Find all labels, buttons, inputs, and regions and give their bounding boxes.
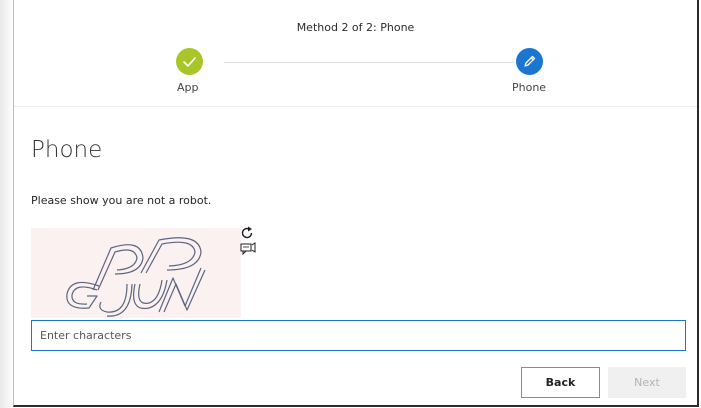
step-app-label: App: [177, 81, 199, 94]
next-button[interactable]: Next: [608, 367, 686, 398]
refresh-icon[interactable]: [240, 225, 254, 239]
mfa-setup-card: Method 2 of 2: Phone App Phone Phone Ple…: [13, 0, 699, 407]
progress-track: [224, 62, 514, 63]
captcha-glyphs: [66, 237, 206, 317]
pencil-icon: [524, 55, 536, 67]
method-title: Method 2 of 2: Phone: [296, 21, 415, 34]
back-button[interactable]: Back: [521, 367, 600, 398]
captcha-instruction: Please show you are not a robot.: [31, 194, 212, 207]
step-phone-indicator: [516, 48, 543, 75]
captcha-input[interactable]: [31, 320, 686, 351]
header-divider: [14, 106, 697, 107]
captcha-image: [31, 228, 241, 318]
checkmark-icon: [183, 57, 196, 67]
step-app-indicator: [176, 48, 203, 75]
step-phone-label: Phone: [512, 81, 547, 94]
audio-challenge-icon[interactable]: [240, 241, 256, 256]
window-shadow: [0, 0, 14, 408]
window: Method 2 of 2: Phone App Phone Phone Ple…: [0, 0, 701, 408]
page-title: Phone: [31, 137, 103, 163]
